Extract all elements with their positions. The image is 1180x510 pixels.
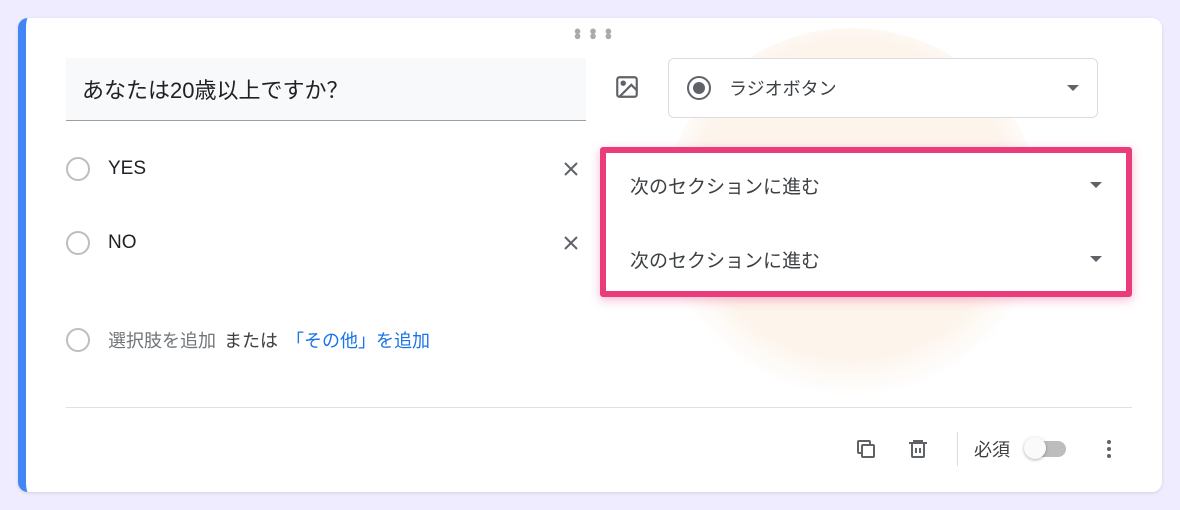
section-goto-dropdown[interactable]: 次のセクションに進む <box>606 237 1126 281</box>
chevron-down-icon <box>1090 256 1102 262</box>
question-footer: 必須 <box>66 407 1132 472</box>
delete-button[interactable] <box>895 426 941 472</box>
option-label[interactable]: NO <box>108 232 554 254</box>
add-option-placeholder[interactable]: 選択肢を追加 <box>108 327 216 353</box>
option-label[interactable]: YES <box>108 158 554 180</box>
add-or-text: または <box>224 327 278 353</box>
section-goto-label: 次のセクションに進む <box>630 172 1090 199</box>
option-row: YES <box>66 147 588 191</box>
chevron-down-icon <box>1090 182 1102 188</box>
close-icon <box>559 157 583 181</box>
radio-outline-icon <box>66 328 90 352</box>
copy-icon <box>854 437 878 461</box>
required-label: 必須 <box>974 436 1010 462</box>
section-goto-dropdown[interactable]: 次のセクションに進む <box>606 163 1126 207</box>
radio-outline-icon[interactable] <box>66 231 90 255</box>
more-options-button[interactable] <box>1086 426 1132 472</box>
divider <box>957 432 958 466</box>
radio-outline-icon[interactable] <box>66 157 90 181</box>
option-row: NO <box>66 221 588 265</box>
add-other-button[interactable]: 「その他」を追加 <box>286 327 430 353</box>
chevron-down-icon <box>1067 85 1079 91</box>
remove-option-button[interactable] <box>554 226 588 260</box>
section-goto-label: 次のセクションに進む <box>630 246 1090 273</box>
close-icon <box>559 231 583 255</box>
toggle-thumb <box>1024 437 1046 459</box>
radio-icon <box>687 76 711 100</box>
duplicate-button[interactable] <box>843 426 889 472</box>
question-body: YES NO 次のセクションに進む <box>26 121 1162 353</box>
question-text-input[interactable] <box>66 58 586 121</box>
question-header: ラジオボタン <box>26 18 1162 121</box>
question-type-dropdown[interactable]: ラジオボタン <box>668 58 1098 118</box>
add-option-row: 選択肢を追加 または 「その他」を追加 <box>66 327 1132 353</box>
question-card: ● ● ● ● ● ● ラジオボタン YES <box>18 18 1162 492</box>
trash-icon <box>906 437 930 461</box>
question-type-label: ラジオボタン <box>729 75 1049 101</box>
required-toggle[interactable] <box>1026 441 1066 457</box>
image-icon <box>614 74 640 100</box>
remove-option-button[interactable] <box>554 152 588 186</box>
kebab-icon <box>1097 437 1121 461</box>
section-routing-highlight: 次のセクションに進む 次のセクションに進む <box>600 147 1132 297</box>
add-image-button[interactable] <box>604 64 650 110</box>
